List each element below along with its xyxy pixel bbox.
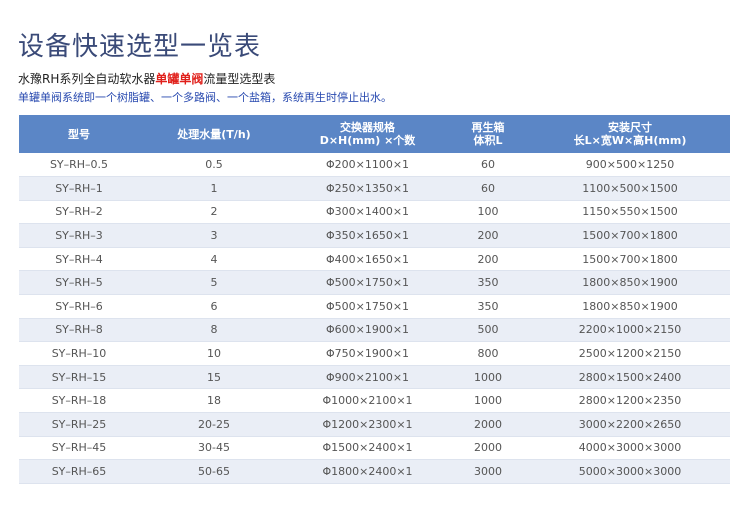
cell-install-size: 2200×1000×2150 [578,323,682,337]
cell-brine-tank: 2000 [474,441,502,455]
cell-exchanger: Φ500×1750×1 [325,299,410,313]
table-subtitle: 水豫RH系列全自动软水器单罐单阀流量型选型表 [18,70,275,87]
cell-install-size: 2500×1200×2150 [578,347,682,361]
cell-model: SY–RH–1 [55,181,103,195]
cell-model: SY–RH–45 [51,441,107,455]
cell-install-size: 1500×700×1800 [582,229,678,243]
cell-exchanger: Φ250×1350×1 [325,181,410,195]
cell-install-size: 1500×700×1800 [582,252,678,266]
table-row: SY–RH–4 4 Φ400×1650×1 200 1500×700×1800 [19,247,730,271]
cell-model: SY–RH–6 [55,299,103,313]
cell-flow: 30-45 [198,441,230,455]
cell-model: SY–RH–3 [55,229,103,243]
cell-model: SY–RH–8 [55,323,103,337]
cell-exchanger: Φ1800×2400×1 [322,465,413,479]
cell-exchanger: Φ1000×2100×1 [322,394,413,408]
table-row: SY–RH–8 8 Φ600×1900×1 500 2200×1000×2150 [19,318,730,342]
cell-model: SY–RH–4 [55,252,103,266]
header-install-size: 安装尺寸 长L×宽W×高H(mm) [573,121,687,147]
cell-flow: 4 [210,252,218,266]
cell-install-size: 2800×1200×2350 [578,394,682,408]
table-row: SY–RH–2 2 Φ300×1400×1 100 1150×550×1500 [19,200,730,224]
cell-install-size: 1100×500×1500 [582,181,678,195]
header-model: 型号 [68,127,90,141]
table-row: SY–RH–15 15 Φ900×2100×1 1000 2800×1500×2400 [19,365,730,389]
table-header-row: 型号 处理水量(T/h) 交换器规格 D×H(mm) ×个数 再生箱 体积L 安装尺… [19,115,730,153]
cell-exchanger: Φ200×1100×1 [325,158,410,172]
header-exchanger: 交换器规格 D×H(mm) ×个数 [319,121,416,147]
table-row: SY–RH–0.5 0.5 Φ200×1100×1 60 900×500×1250 [19,153,730,177]
cell-model: SY–RH–15 [51,370,107,384]
cell-flow: 2 [210,205,218,219]
table-row: SY–RH–3 3 Φ350×1650×1 200 1500×700×1800 [19,223,730,248]
table-row: SY–RH–65 50-65 Φ1800×2400×1 3000 5000×3000×3… [19,459,730,484]
header-brine-tank: 再生箱 体积L [471,121,505,147]
cell-flow: 0.5 [205,158,223,172]
cell-brine-tank: 800 [477,347,499,361]
selection-table: 型号 处理水量(T/h) 交换器规格 D×H(mm) ×个数 再生箱 体积L 安装尺… [19,115,730,484]
table-row: SY–RH–18 18 Φ1000×2100×1 1000 2800×1200×2350 [19,388,730,413]
cell-brine-tank: 1000 [474,394,502,408]
cell-brine-tank: 60 [481,158,495,172]
cell-brine-tank: 100 [477,205,499,219]
cell-flow: 18 [207,394,221,408]
cell-exchanger: Φ400×1650×1 [325,252,410,266]
header-flow: 处理水量(T/h) [177,127,251,141]
cell-flow: 10 [207,347,221,361]
cell-install-size: 3000×2200×2650 [578,417,682,431]
cell-model: SY–RH–5 [55,276,103,290]
cell-model: SY–RH–25 [51,417,107,431]
system-description: 单罐单阀系统即一个树脂罐、一个多路阀、一个盐箱，系统再生时停止出水。 [18,91,392,104]
table-row: SY–RH–5 5 Φ500×1750×1 350 1800×850×1900 [19,270,730,295]
cell-brine-tank: 2000 [474,417,502,431]
cell-exchanger: Φ750×1900×1 [325,347,410,361]
cell-flow: 8 [210,323,218,337]
cell-model: SY–RH–2 [55,205,103,219]
cell-install-size: 900×500×1250 [585,158,675,172]
cell-install-size: 1800×850×1900 [582,276,678,290]
cell-exchanger: Φ900×2100×1 [325,370,410,384]
cell-exchanger: Φ350×1650×1 [325,229,410,243]
cell-model: SY–RH–18 [51,394,107,408]
cell-brine-tank: 500 [477,323,499,337]
cell-flow: 5 [210,276,218,290]
cell-install-size: 1800×850×1900 [582,299,678,313]
cell-install-size: 5000×3000×3000 [578,465,682,479]
cell-flow: 15 [207,370,221,384]
cell-flow: 50-65 [198,465,230,479]
table-row: SY–RH–1 1 Φ250×1350×1 60 1100×500×1500 [19,176,730,201]
table-row: SY–RH–45 30-45 Φ1500×2400×1 2000 4000×3000×3… [19,436,730,460]
cell-brine-tank: 60 [481,181,495,195]
cell-exchanger: Φ600×1900×1 [325,323,410,337]
table-row: SY–RH–25 20-25 Φ1200×2300×1 2000 3000×2200×2… [19,412,730,437]
table-body: SY–RH–0.5 0.5 Φ200×1100×1 60 900×500×1250 SY–… [19,153,730,484]
cell-brine-tank: 3000 [474,465,502,479]
cell-brine-tank: 350 [477,299,499,313]
page-title: 设备快速选型一览表 [18,32,262,62]
cell-flow: 3 [210,229,218,243]
cell-exchanger: Φ300×1400×1 [325,205,410,219]
table-row: SY–RH–6 6 Φ500×1750×1 350 1800×850×1900 [19,294,730,319]
subtitle-highlight: 单罐单阀 [155,72,204,86]
subtitle-suffix: 流量型选型表 [203,72,276,86]
subtitle-prefix: 水豫RH系列全自动软水器 [18,72,156,86]
cell-flow: 1 [210,181,218,195]
cell-install-size: 1150×550×1500 [582,205,678,219]
cell-install-size: 2800×1500×2400 [578,370,682,384]
cell-model: SY–RH–65 [51,465,107,479]
cell-brine-tank: 200 [477,229,499,243]
cell-model: SY–RH–0.5 [49,158,109,172]
cell-exchanger: Φ500×1750×1 [325,276,410,290]
cell-flow: 6 [210,299,218,313]
cell-brine-tank: 1000 [474,370,502,384]
cell-exchanger: Φ1200×2300×1 [322,417,413,431]
cell-install-size: 4000×3000×3000 [578,441,682,455]
cell-brine-tank: 200 [477,252,499,266]
table-row: SY–RH–10 10 Φ750×1900×1 800 2500×1200×2150 [19,341,730,366]
cell-flow: 20-25 [198,417,230,431]
cell-brine-tank: 350 [477,276,499,290]
cell-exchanger: Φ1500×2400×1 [322,441,413,455]
cell-model: SY–RH–10 [51,347,107,361]
